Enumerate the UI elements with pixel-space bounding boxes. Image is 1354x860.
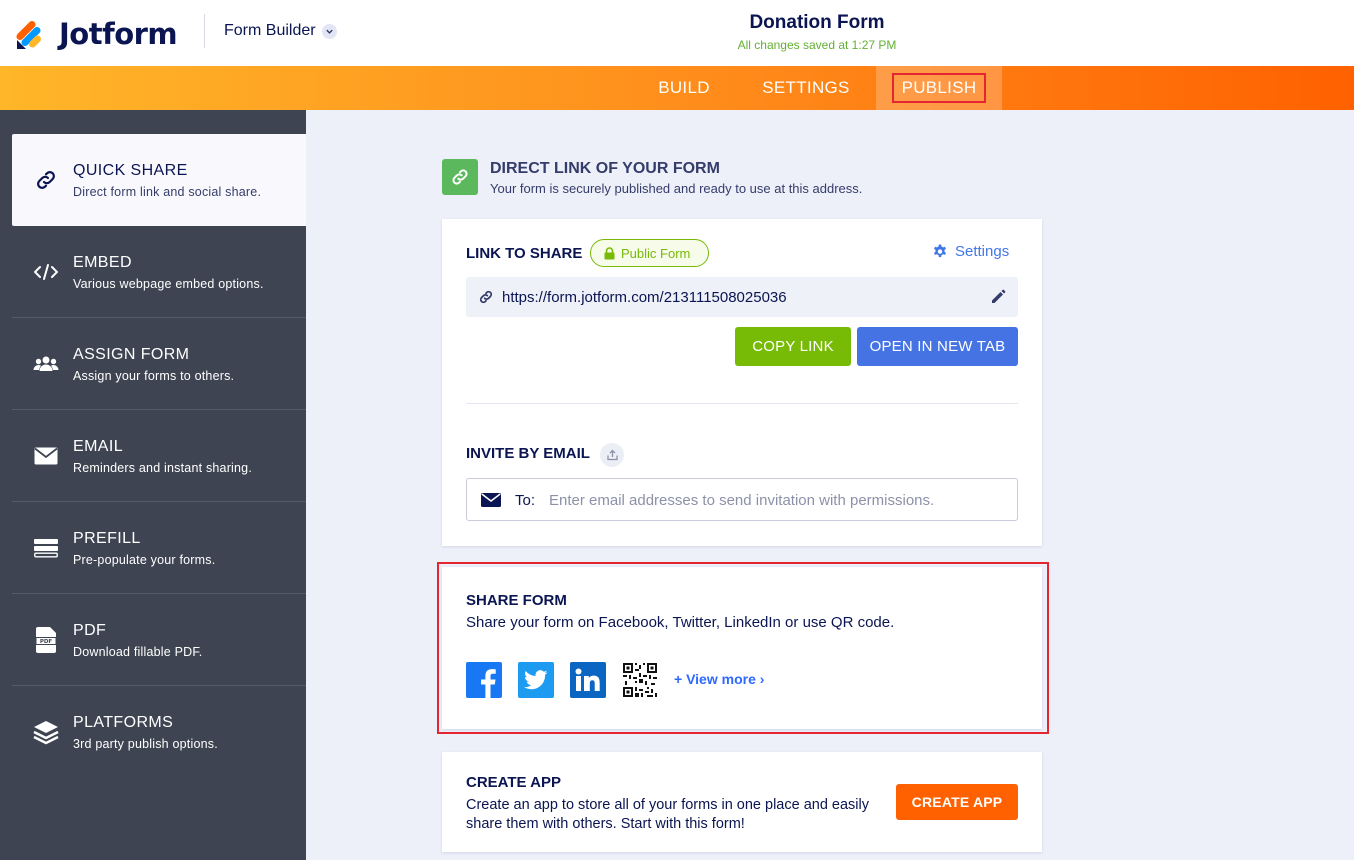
- pencil-icon[interactable]: [990, 289, 1006, 305]
- jotform-logo[interactable]: Jotform: [16, 17, 178, 51]
- create-app-button[interactable]: CREATE APP: [896, 784, 1018, 820]
- lock-icon: [604, 246, 615, 259]
- plus-icon: +: [674, 671, 683, 687]
- create-app-title: CREATE APP: [466, 774, 562, 791]
- link-icon: [479, 290, 493, 304]
- envelope-icon: [481, 493, 501, 507]
- twitter-icon: [524, 670, 548, 690]
- sidebar-item-title: EMAIL: [73, 438, 124, 455]
- view-more-link[interactable]: + View more ›: [674, 671, 764, 687]
- form-url: https://form.jotform.com/213111508025036: [502, 289, 787, 306]
- view-more-label: View more: [686, 671, 756, 687]
- sidebar-item-subtitle: Assign your forms to others.: [73, 369, 235, 383]
- sidebar-item-quick-share[interactable]: QUICK SHARE Direct form link and social …: [12, 134, 306, 226]
- tab-publish[interactable]: PUBLISH: [876, 66, 1002, 110]
- logo-text: Jotform: [59, 17, 178, 51]
- code-icon: [32, 258, 60, 286]
- sidebar-item-assign-form[interactable]: ASSIGN FORM Assign your forms to others.: [12, 318, 306, 410]
- svg-text:PDF: PDF: [40, 639, 53, 645]
- gear-icon: [934, 244, 946, 257]
- facebook-icon: [481, 669, 496, 698]
- qr-code-button[interactable]: [622, 662, 658, 698]
- invite-by-email-label: INVITE BY EMAIL: [466, 445, 590, 462]
- share-form-title: SHARE FORM: [466, 592, 567, 609]
- divider: [466, 403, 1018, 404]
- share-form-subtitle: Share your form on Facebook, Twitter, Li…: [466, 614, 895, 631]
- invite-email-input[interactable]: To: Enter email addresses to send invita…: [466, 478, 1018, 521]
- linkedin-icon: [575, 668, 600, 691]
- sidebar-item-subtitle: 3rd party publish options.: [73, 737, 218, 751]
- tab-build-label: BUILD: [658, 78, 710, 97]
- sidebar-item-title: PLATFORMS: [73, 714, 174, 731]
- direct-link-title: DIRECT LINK OF YOUR FORM: [490, 160, 720, 177]
- form-builder-dropdown[interactable]: Form Builder: [224, 22, 337, 40]
- settings-label: Settings: [955, 243, 1010, 260]
- tab-settings-label: SETTINGS: [762, 78, 850, 97]
- sidebar-item-pdf[interactable]: PDF PDF Download fillable PDF.: [12, 594, 306, 686]
- tab-build[interactable]: BUILD: [640, 66, 728, 110]
- sidebar-item-title: PDF: [73, 622, 107, 639]
- sidebar-item-subtitle: Various webpage embed options.: [73, 277, 264, 291]
- link-icon: [32, 166, 60, 194]
- pdf-icon: PDF: [32, 626, 60, 654]
- sidebar-item-embed[interactable]: EMBED Various webpage embed options.: [12, 226, 306, 318]
- sidebar-item-title: QUICK SHARE: [73, 162, 188, 179]
- chevron-down-icon: [321, 23, 337, 39]
- save-status: All changes saved at 1:27 PM: [737, 38, 897, 52]
- form-builder-label: Form Builder: [224, 22, 316, 39]
- upload-icon[interactable]: [600, 443, 624, 467]
- facebook-share-button[interactable]: [466, 662, 502, 698]
- twitter-share-button[interactable]: [518, 662, 554, 698]
- form-title-block: Donation Form All changes saved at 1:27 …: [617, 12, 1017, 52]
- create-app-description: Create an app to store all of your forms…: [466, 797, 870, 832]
- form-url-field[interactable]: https://form.jotform.com/213111508025036: [466, 277, 1018, 317]
- tab-settings[interactable]: SETTINGS: [746, 66, 866, 110]
- public-form-label: Public Form: [621, 245, 691, 261]
- jotform-logo-icon: [16, 20, 41, 49]
- builder-nav: BUILD SETTINGS PUBLISH: [0, 66, 1354, 110]
- sidebar-item-email[interactable]: EMAIL Reminders and instant sharing.: [12, 410, 306, 502]
- link-settings-button[interactable]: Settings: [932, 243, 1009, 260]
- direct-link-icon: [442, 159, 478, 195]
- copy-link-button[interactable]: COPY LINK: [735, 327, 851, 366]
- link-share-card: LINK TO SHARE Public Form Settings https…: [442, 219, 1042, 546]
- share-form-card: SHARE FORM Share your form on Facebook, …: [442, 567, 1042, 729]
- sidebar-item-prefill[interactable]: PREFILL Pre-populate your forms.: [12, 502, 306, 594]
- sidebar-item-subtitle: Download fillable PDF.: [73, 645, 203, 659]
- envelope-icon: [32, 442, 60, 470]
- email-to-label: To:: [515, 492, 536, 509]
- form-title[interactable]: Donation Form: [617, 12, 1017, 34]
- prefill-icon: [32, 534, 60, 562]
- publish-sidebar: QUICK SHARE Direct form link and social …: [0, 110, 306, 860]
- chevron-right-icon: ›: [759, 671, 765, 687]
- top-header: Jotform Form Builder Donation Form All c…: [0, 0, 1354, 66]
- users-icon: [32, 350, 60, 378]
- header-divider: [204, 14, 205, 48]
- sidebar-item-subtitle: Reminders and instant sharing.: [73, 461, 253, 475]
- direct-link-subtitle: Your form is securely published and read…: [490, 181, 863, 196]
- link-to-share-label: LINK TO SHARE: [466, 245, 583, 262]
- public-form-badge[interactable]: Public Form: [590, 239, 709, 267]
- create-app-card: CREATE APP Create an app to store all of…: [442, 752, 1042, 852]
- sidebar-item-title: EMBED: [73, 254, 132, 271]
- email-placeholder: Enter email addresses to send invitation…: [549, 492, 935, 509]
- sidebar-item-platforms[interactable]: PLATFORMS 3rd party publish options.: [12, 686, 306, 778]
- sidebar-item-title: ASSIGN FORM: [73, 346, 190, 363]
- open-in-new-tab-button[interactable]: OPEN IN NEW TAB: [857, 327, 1018, 366]
- sidebar-item-title: PREFILL: [73, 530, 141, 547]
- linkedin-share-button[interactable]: [570, 662, 606, 698]
- layers-icon: [32, 718, 60, 746]
- tab-publish-label: PUBLISH: [891, 73, 987, 103]
- qr-code-icon: [623, 663, 657, 697]
- sidebar-item-subtitle: Direct form link and social share.: [73, 185, 262, 199]
- sidebar-item-subtitle: Pre-populate your forms.: [73, 553, 216, 567]
